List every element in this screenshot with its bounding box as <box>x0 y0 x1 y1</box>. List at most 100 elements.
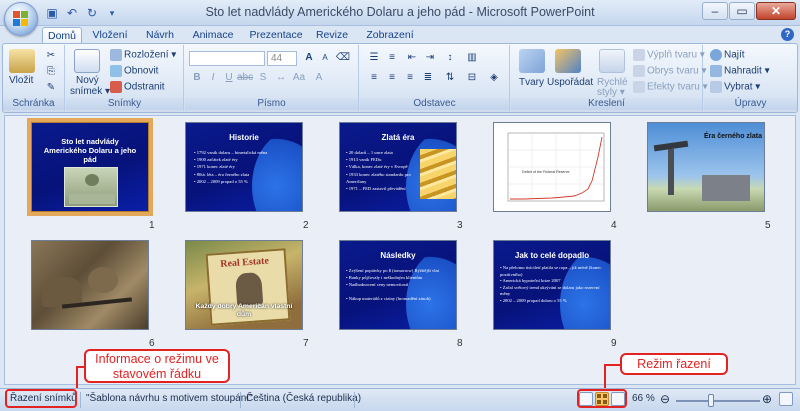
select-icon <box>710 81 722 93</box>
shape-outline-button[interactable]: Obrys tvaru ▾ <box>633 65 706 77</box>
tab-review[interactable]: Revize <box>312 27 352 44</box>
bullets-icon[interactable]: ☰ <box>366 51 382 65</box>
slide-thumbnail-8[interactable]: Následky • Zvýšení poptávky po $ (tomorr… <box>339 240 457 330</box>
help-icon[interactable]: ? <box>781 28 794 41</box>
save-icon[interactable]: ▣ <box>44 5 60 21</box>
shrink-font-icon[interactable]: A <box>317 51 333 65</box>
copy-icon[interactable]: ⎘ <box>43 65 59 79</box>
grow-font-icon[interactable]: A <box>301 51 317 65</box>
align-right-icon[interactable]: ≡ <box>402 71 418 85</box>
oil-tank <box>702 175 750 201</box>
justify-icon[interactable]: ≣ <box>420 71 436 85</box>
redo-icon[interactable]: ↻ <box>84 5 100 21</box>
layout-button[interactable]: Rozložení ▾ <box>110 49 176 61</box>
tab-animations[interactable]: Animace <box>190 27 236 44</box>
language-status[interactable]: Čeština (Česká republika) <box>246 393 361 404</box>
align-text-icon[interactable]: ⊟ <box>464 71 480 85</box>
slide-sorter[interactable]: Sto let nadvlády Amerického Dolaru a jeh… <box>4 115 796 385</box>
delete-icon <box>110 81 122 93</box>
ribbon-tabs: Domů Vložení Návrh Animace Prezentace Re… <box>0 26 800 44</box>
tab-home[interactable]: Domů <box>42 27 82 44</box>
zoom-in-icon[interactable]: ⊕ <box>762 392 772 406</box>
zoom-slider-thumb[interactable] <box>708 394 714 407</box>
paste-button[interactable]: Vložit <box>9 75 33 86</box>
arrange-icon[interactable] <box>555 49 581 73</box>
view-mode-highlight <box>5 389 77 408</box>
slide-bullets: • Zvýšení poptávky po $ (tomorrow) Rýžit… <box>346 267 450 302</box>
change-case-icon[interactable]: Aa <box>291 71 307 85</box>
clear-format-icon[interactable]: ⌫ <box>335 51 351 65</box>
replace-button[interactable]: Nahradit ▾ <box>710 65 770 77</box>
slide-thumbnail-7[interactable]: Real Estate Každý dobrý Američan vlastní… <box>185 240 303 330</box>
slide-thumbnail-6[interactable] <box>31 240 149 330</box>
tab-design[interactable]: Návrh <box>140 27 180 44</box>
paste-icon[interactable] <box>9 49 35 73</box>
slide-thumbnail-5[interactable]: Éra černého zlata <box>647 122 765 212</box>
delete-button[interactable]: Odstranit <box>110 81 165 93</box>
zoom-level[interactable]: 66 % <box>632 393 655 404</box>
numbering-icon[interactable]: ≡ <box>384 51 400 65</box>
minimize-button[interactable]: – <box>702 2 728 20</box>
cut-icon[interactable]: ✂ <box>43 49 59 63</box>
font-color-icon[interactable]: A <box>311 71 327 85</box>
text-direction-icon[interactable]: ⇅ <box>442 71 458 85</box>
zoom-out-icon[interactable]: ⊖ <box>660 392 670 406</box>
theme-status[interactable]: "Šablona návrhu s motivem stoupání" <box>86 393 253 404</box>
slide-thumbnail-9[interactable]: Jak to celé dopadlo • Na přelomu tisícil… <box>493 240 611 330</box>
reset-button[interactable]: Obnovit <box>110 65 158 77</box>
new-slide-icon[interactable] <box>74 49 100 73</box>
find-button[interactable]: Najít <box>710 49 745 61</box>
zoom-slider-track[interactable] <box>676 400 760 402</box>
slide-title: Éra černého zlata <box>704 133 762 140</box>
underline-icon[interactable]: U <box>221 71 237 85</box>
tab-view[interactable]: Zobrazení <box>362 27 418 44</box>
shape-fill-button[interactable]: Výplň tvaru ▾ <box>633 49 705 61</box>
decrease-indent-icon[interactable]: ⇤ <box>404 51 420 65</box>
new-slide-dropdown[interactable]: snímek ▾ <box>70 86 110 97</box>
tab-insert[interactable]: Vložení <box>88 27 132 44</box>
columns-icon[interactable]: ▥ <box>464 51 480 65</box>
italic-icon[interactable]: I <box>205 71 221 85</box>
slide-thumbnail-3[interactable]: Zlatá éra • 20 dolarů – 1 unce zlata • 1… <box>339 122 457 212</box>
shape-effects-label: Efekty tvaru ▾ <box>647 81 708 93</box>
quick-styles-icon[interactable] <box>599 49 625 73</box>
font-size-field[interactable]: 44 <box>267 51 297 66</box>
delete-label: Odstranit <box>124 81 165 93</box>
strikethrough-icon[interactable]: abc <box>237 71 253 85</box>
customize-qat-icon[interactable]: ▾ <box>104 5 120 21</box>
quick-styles-dropdown[interactable]: styly ▾ <box>597 87 625 98</box>
arrange-button[interactable]: Uspořádat <box>547 77 593 88</box>
slide-number: 7 <box>303 338 309 349</box>
gold-bars-image <box>420 149 456 199</box>
line-spacing-icon[interactable]: ↕ <box>442 51 458 65</box>
group-editing: Najít Nahradit ▾ Vybrat ▾ Úpravy <box>704 45 797 111</box>
shapes-button[interactable]: Tvary <box>519 77 544 88</box>
slide-thumbnail-4[interactable]: Deficit of the Federal Reserve <box>493 122 611 212</box>
tab-slideshow[interactable]: Prezentace <box>248 27 304 44</box>
bullet: • 20 dolarů – 1 unce zlata <box>346 150 393 155</box>
office-button[interactable] <box>4 2 38 36</box>
shadow-icon[interactable]: S <box>255 71 271 85</box>
slide-bullets: • 20 dolarů – 1 unce zlata • 1913 vznik … <box>346 149 418 192</box>
format-painter-icon[interactable]: ✎ <box>43 81 59 95</box>
undo-icon[interactable]: ↶ <box>64 5 80 21</box>
bullet: • 2002 – 2009 propad dolaru o 55 % <box>500 297 567 303</box>
separator <box>240 392 241 408</box>
shape-effects-button[interactable]: Efekty tvaru ▾ <box>633 81 708 93</box>
bold-icon[interactable]: B <box>189 71 205 85</box>
font-name-field[interactable] <box>189 51 265 66</box>
fit-to-window-icon[interactable] <box>779 392 793 406</box>
spacing-icon[interactable]: ↔ <box>273 71 289 85</box>
shapes-icon[interactable] <box>519 49 545 73</box>
maximize-button[interactable]: ▭ <box>729 2 755 20</box>
slide-number: 8 <box>457 338 463 349</box>
slide-thumbnail-1[interactable]: Sto let nadvlády Amerického Dolaru a jeh… <box>31 122 149 212</box>
increase-indent-icon[interactable]: ⇥ <box>422 51 438 65</box>
close-button[interactable]: ✕ <box>756 2 796 20</box>
align-center-icon[interactable]: ≡ <box>384 71 400 85</box>
new-slide-button[interactable]: Nový <box>76 75 99 86</box>
align-left-icon[interactable]: ≡ <box>366 71 382 85</box>
slide-thumbnail-2[interactable]: Historie • 1792 vznik dolaru – bimetalic… <box>185 122 303 212</box>
smartart-icon[interactable]: ◈ <box>486 71 502 85</box>
select-button[interactable]: Vybrat ▾ <box>710 81 760 93</box>
